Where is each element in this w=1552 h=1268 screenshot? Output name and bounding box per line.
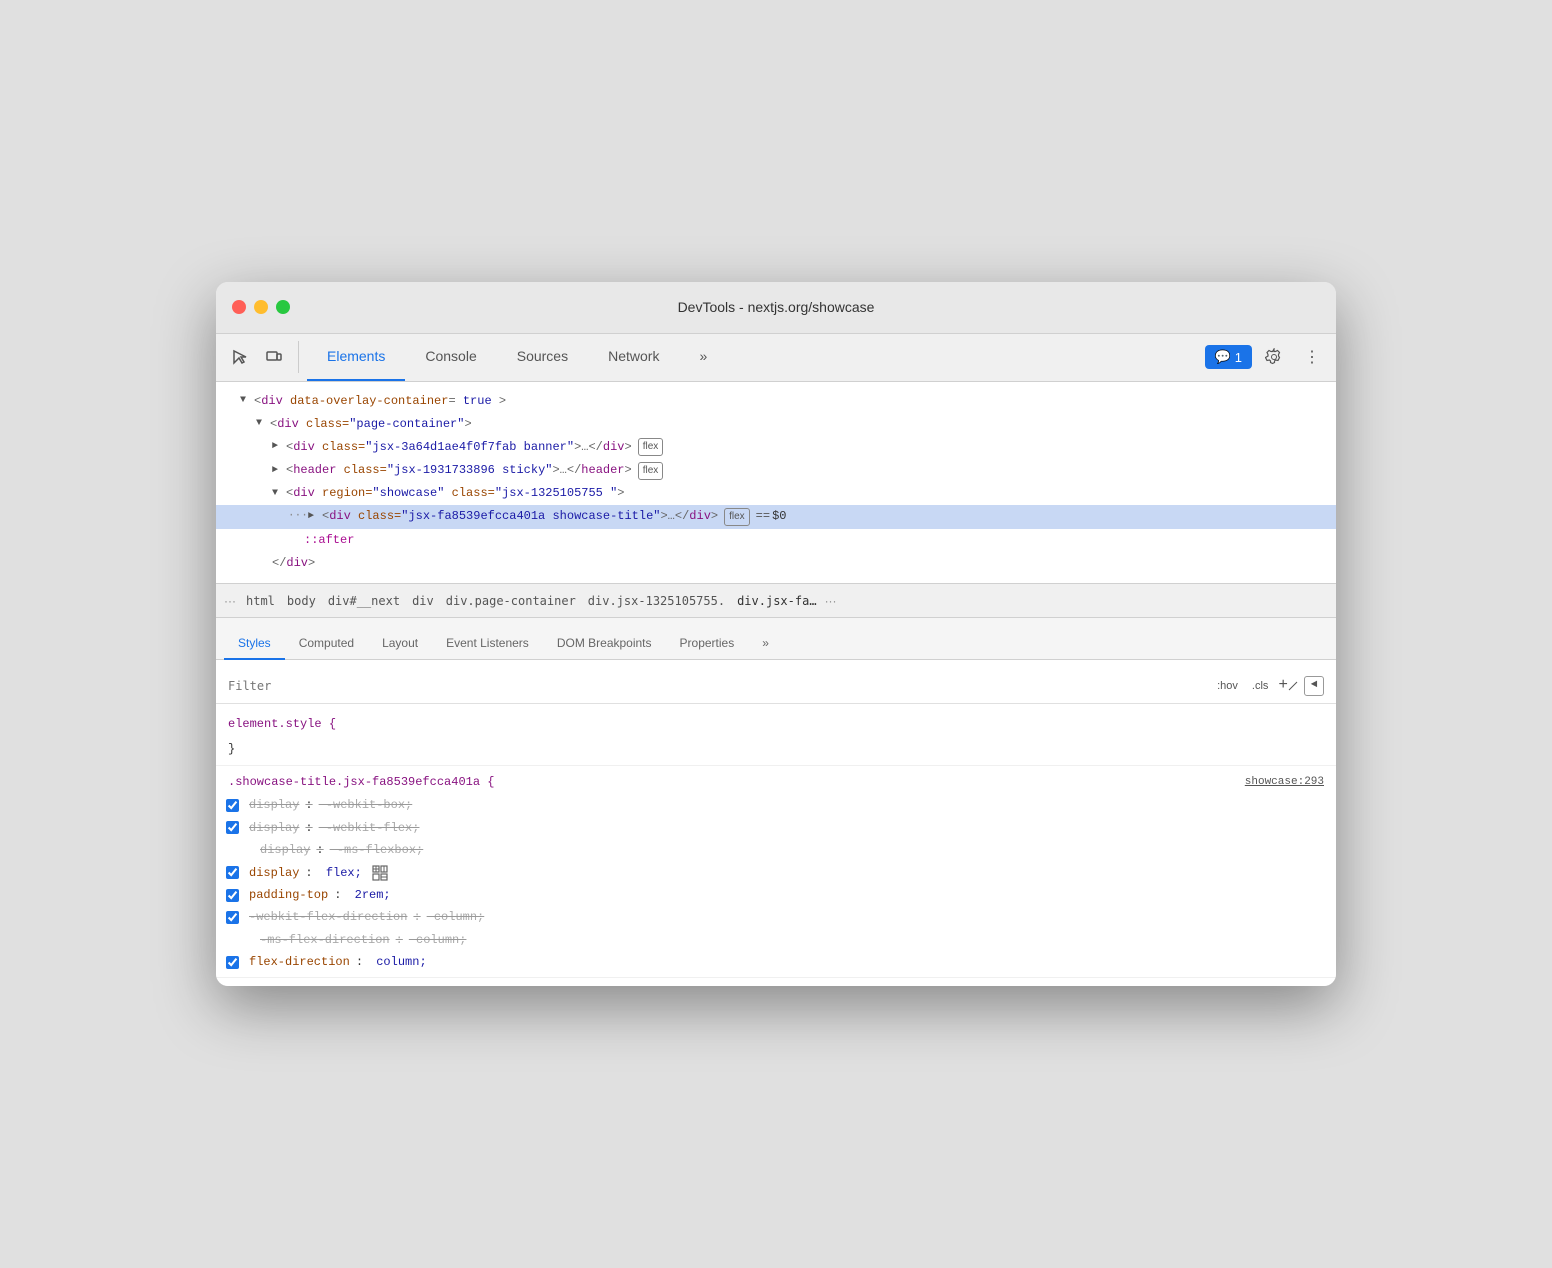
- css-selector-2: .showcase-title.jsx-fa8539efcca401a {: [228, 772, 494, 792]
- triangle-icon[interactable]: ►: [308, 509, 322, 525]
- css-rule-element-style: element.style { }: [216, 708, 1336, 766]
- breadcrumb-div[interactable]: div: [408, 592, 438, 610]
- breadcrumb-html[interactable]: html: [242, 592, 279, 610]
- triangle-icon[interactable]: ▼: [272, 486, 286, 502]
- triangle-icon[interactable]: ▼: [256, 416, 270, 432]
- tab-layout[interactable]: Layout: [368, 628, 432, 660]
- styles-tabs: Styles Computed Layout Event Listeners D…: [216, 618, 1336, 660]
- tab-elements[interactable]: Elements: [307, 334, 405, 381]
- flex-badge[interactable]: flex: [638, 462, 664, 480]
- dom-line: ► <div class="jsx-3a64d1ae4f0f7fab banne…: [216, 436, 1336, 459]
- css-prop-checkbox[interactable]: [226, 911, 239, 924]
- tab-dom-breakpoints[interactable]: DOM Breakpoints: [543, 628, 666, 660]
- css-selector-line: element.style {: [216, 712, 1336, 736]
- breadcrumb-jsx-fa[interactable]: div.jsx-fa…: [733, 592, 820, 610]
- cls-button[interactable]: .cls: [1248, 678, 1273, 694]
- breadcrumb-page-container[interactable]: div.page-container: [442, 592, 580, 610]
- css-close-brace: }: [228, 739, 235, 759]
- css-prop-checkbox[interactable]: [226, 956, 239, 969]
- badge-count: 1: [1235, 350, 1242, 365]
- more-options-button[interactable]: ⋮: [1296, 341, 1328, 373]
- add-rule-button[interactable]: +: [1278, 672, 1298, 699]
- breadcrumb-jsx-1325[interactable]: div.jsx-1325105755.: [584, 592, 729, 610]
- dom-line: ::after: [216, 529, 1336, 552]
- css-prop-line: display : -webkit-flex;: [216, 817, 1336, 839]
- sidebar-panel-button[interactable]: ◄: [1304, 676, 1324, 696]
- tab-more[interactable]: »: [679, 334, 727, 381]
- tab-sources[interactable]: Sources: [497, 334, 588, 381]
- dom-line: ► <header class="jsx-1931733896 sticky" …: [216, 459, 1336, 482]
- css-prop-checkbox[interactable]: [226, 866, 239, 879]
- grid-icon: [372, 865, 388, 881]
- settings-button[interactable]: [1258, 341, 1290, 373]
- inspector-tools: [224, 341, 299, 373]
- triangle-icon[interactable]: ►: [272, 463, 286, 479]
- css-prop-line-flex-direction: flex-direction : column;: [216, 951, 1336, 973]
- styles-content: :hov .cls + ◄ element.style { } .showcas…: [216, 660, 1336, 986]
- main-toolbar: Elements Console Sources Network » 💬 1: [216, 334, 1336, 382]
- triangle-icon[interactable]: ►: [272, 439, 286, 455]
- window-title: DevTools - nextjs.org/showcase: [678, 299, 875, 315]
- css-close-brace-line: }: [216, 737, 1336, 761]
- tab-properties[interactable]: Properties: [666, 628, 749, 660]
- inspector-button[interactable]: [224, 341, 256, 373]
- tab-computed[interactable]: Computed: [285, 628, 368, 660]
- filter-input[interactable]: [228, 679, 1205, 693]
- css-prop-line: -ms-flex-direction : column;: [216, 929, 1336, 951]
- breadcrumb-body[interactable]: body: [283, 592, 320, 610]
- breadcrumb-ellipsis: ···: [224, 594, 236, 608]
- tab-list: Elements Console Sources Network »: [307, 334, 1201, 381]
- css-prop-line: display : -webkit-box;: [216, 794, 1336, 816]
- dom-ellipsis: ···: [288, 508, 308, 526]
- maximize-button[interactable]: [276, 300, 290, 314]
- title-bar: DevTools - nextjs.org/showcase: [216, 282, 1336, 334]
- css-selector-line-2: .showcase-title.jsx-fa8539efcca401a { sh…: [216, 770, 1336, 794]
- minimize-button[interactable]: [254, 300, 268, 314]
- css-selector: element.style {: [228, 714, 336, 734]
- css-rule-showcase: .showcase-title.jsx-fa8539efcca401a { sh…: [216, 766, 1336, 979]
- css-prop-line: display : -ms-flexbox;: [216, 839, 1336, 861]
- tab-more-styles[interactable]: »: [748, 628, 783, 660]
- close-button[interactable]: [232, 300, 246, 314]
- traffic-lights: [232, 300, 290, 314]
- dom-line-selected[interactable]: ··· ► <div class="jsx-fa8539efcca401a sh…: [216, 505, 1336, 528]
- css-prop-checkbox[interactable]: [226, 821, 239, 834]
- css-prop-line-display-flex: display : flex;: [216, 862, 1336, 884]
- css-source[interactable]: showcase:293: [1245, 773, 1324, 792]
- dom-line: </div>: [216, 552, 1336, 575]
- hov-button[interactable]: :hov: [1213, 678, 1242, 694]
- css-prop-line: -webkit-flex-direction : column;: [216, 906, 1336, 928]
- breadcrumb-next[interactable]: div#__next: [324, 592, 404, 610]
- devtools-window: DevTools - nextjs.org/showcase Elements: [216, 282, 1336, 987]
- css-prop-checkbox[interactable]: [226, 799, 239, 812]
- flex-badge[interactable]: flex: [638, 438, 664, 456]
- filter-buttons: :hov .cls + ◄: [1213, 672, 1324, 699]
- tab-console[interactable]: Console: [405, 334, 496, 381]
- dom-tree: ▼ <div data-overlay-container= true > ▼ …: [216, 382, 1336, 585]
- device-toggle-button[interactable]: [258, 341, 290, 373]
- comments-button[interactable]: 💬 1: [1205, 345, 1252, 369]
- toolbar-right: 💬 1 ⋮: [1205, 341, 1328, 373]
- dom-line: ▼ <div data-overlay-container= true >: [216, 390, 1336, 413]
- tab-styles[interactable]: Styles: [224, 628, 285, 660]
- breadcrumb-bar: ··· html body div#__next div div.page-co…: [216, 584, 1336, 618]
- tab-network[interactable]: Network: [588, 334, 679, 381]
- filter-bar: :hov .cls + ◄: [216, 668, 1336, 704]
- tab-event-listeners[interactable]: Event Listeners: [432, 628, 543, 660]
- css-prop-checkbox[interactable]: [226, 889, 239, 902]
- triangle-icon[interactable]: ▼: [240, 393, 254, 409]
- css-prop-line-padding: padding-top : 2rem;: [216, 884, 1336, 906]
- breadcrumb-end-ellipsis: ···: [825, 594, 837, 608]
- dom-line: ▼ <div region="showcase" class="jsx-1325…: [216, 482, 1336, 505]
- flex-badge[interactable]: flex: [724, 508, 750, 526]
- dom-line: ▼ <div class="page-container" >: [216, 413, 1336, 436]
- chat-icon: 💬: [1215, 349, 1231, 365]
